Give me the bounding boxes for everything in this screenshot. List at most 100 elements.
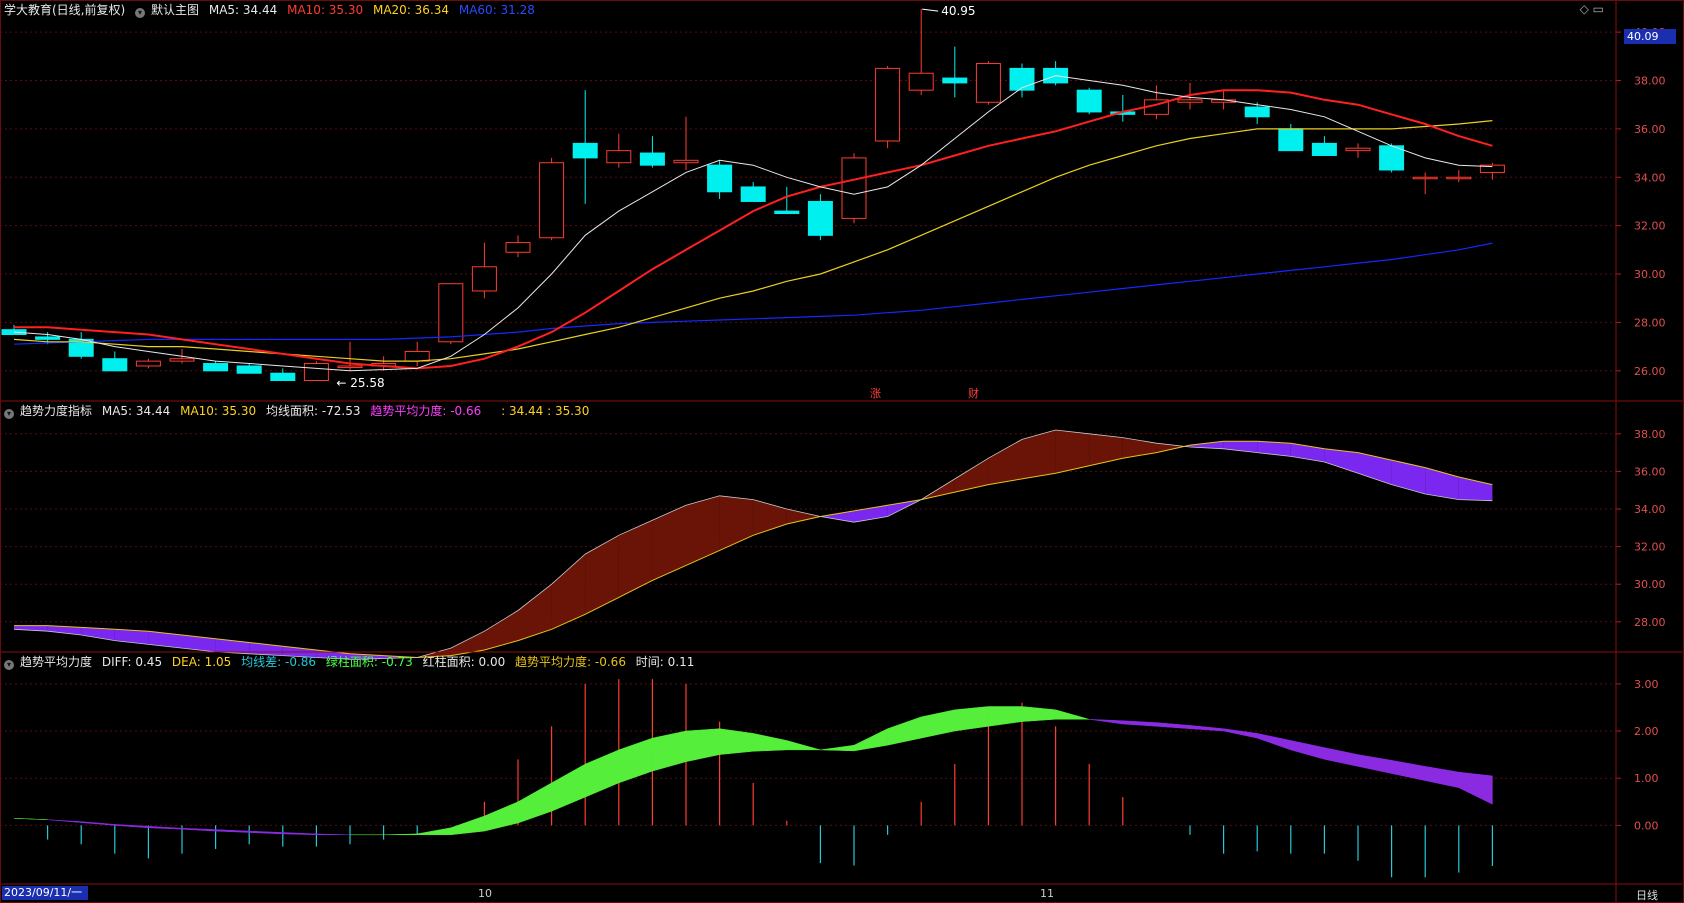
y-tick-label: 32.00 bbox=[1634, 541, 1666, 554]
panel3-header: ▾ 趋势平均力度 DIFF: 0.45 DEA: 1.05 均线差: -0.86 … bbox=[4, 654, 700, 670]
force-area-up bbox=[585, 535, 619, 615]
purple-band bbox=[1391, 760, 1426, 781]
panel2-title[interactable]: 趋势力度指标 bbox=[20, 404, 92, 418]
purple-band bbox=[1324, 747, 1359, 767]
candle-body bbox=[35, 336, 61, 340]
candle-body bbox=[908, 72, 934, 91]
grid-lines: 40.0038.0036.0034.0032.0030.0028.0026.00… bbox=[0, 26, 1666, 832]
green-band bbox=[920, 709, 956, 739]
y-tick-label: 32.00 bbox=[1634, 220, 1666, 233]
purple-band bbox=[282, 832, 317, 836]
candle-body bbox=[572, 142, 598, 159]
y-tick-label: 26.00 bbox=[1634, 365, 1666, 378]
green-band bbox=[853, 728, 888, 752]
green-band bbox=[954, 706, 989, 732]
green-band bbox=[752, 733, 788, 752]
y-tick-label: 36.00 bbox=[1634, 123, 1666, 136]
candle-body bbox=[606, 150, 632, 164]
ma20-value: MA20: 36.34 bbox=[372, 3, 450, 17]
force-area-up bbox=[518, 584, 552, 641]
trend-force-panel bbox=[13, 429, 1493, 660]
event-marker-rise[interactable]: 涨 bbox=[870, 385, 881, 401]
candle-body bbox=[135, 360, 161, 367]
panel2-ma10: MA10: 35.30 bbox=[180, 404, 257, 418]
ma10-value: MA10: 35.30 bbox=[287, 3, 364, 17]
y-tick-label: 2.00 bbox=[1634, 725, 1659, 738]
indicator-menu-icon[interactable]: ▾ bbox=[4, 409, 14, 419]
force-area-down bbox=[820, 510, 854, 523]
panel3-title[interactable]: 趋势平均力度 bbox=[20, 655, 92, 669]
period-label[interactable]: 日线 bbox=[1636, 887, 1658, 903]
candle-body bbox=[203, 363, 229, 372]
candle-body bbox=[438, 283, 464, 343]
y-tick-label: 38.00 bbox=[1634, 74, 1666, 87]
green-band bbox=[685, 728, 720, 763]
ma5-value: MA5: 34.44 bbox=[208, 3, 278, 17]
ma5-force-line bbox=[13, 429, 1493, 660]
candle-body bbox=[539, 162, 565, 239]
purple-band bbox=[1089, 719, 1124, 725]
green-band bbox=[484, 801, 519, 832]
candle-body bbox=[1076, 89, 1102, 113]
y-tick-label: 34.00 bbox=[1634, 503, 1666, 516]
y-tick-label: 38.00 bbox=[1634, 428, 1666, 441]
candle-body bbox=[1345, 147, 1371, 152]
purple-band bbox=[1223, 728, 1258, 739]
force-area-up bbox=[786, 509, 821, 524]
panel3-line-gap: 均线差: -0.86 bbox=[241, 655, 317, 669]
green-band bbox=[584, 749, 620, 798]
candle-body bbox=[740, 186, 766, 202]
candle-body bbox=[303, 363, 329, 381]
candle-body bbox=[639, 152, 665, 166]
y-tick-label: 34.00 bbox=[1634, 171, 1666, 184]
settings-circle-icon[interactable]: ▾ bbox=[135, 8, 146, 18]
green-band bbox=[416, 827, 452, 836]
purple-band bbox=[1458, 771, 1493, 805]
purple-band bbox=[316, 833, 351, 836]
candle-body bbox=[102, 358, 128, 372]
panel3-red-area: 红柱面积: 0.00 bbox=[422, 655, 506, 669]
candle-body bbox=[707, 164, 733, 193]
panel2-ma5: MA5: 34.44 bbox=[101, 404, 171, 418]
panel3-avg-force: 趋势平均力度: -0.66 bbox=[515, 655, 626, 669]
main-header: 学大教育(日线,前复权) ▾ 默认主图 MA5: 34.44 MA10: 35.3… bbox=[4, 2, 541, 18]
candle-body bbox=[942, 77, 968, 84]
force-area-up bbox=[686, 495, 720, 566]
x-axis-label-nov: 11 bbox=[1040, 887, 1054, 900]
force-area-up bbox=[1089, 433, 1123, 466]
event-marker-finance[interactable]: 财 bbox=[968, 385, 979, 401]
candle-body bbox=[673, 159, 699, 164]
green-band bbox=[1021, 706, 1056, 722]
candle-body bbox=[1278, 128, 1304, 152]
candle-body bbox=[1379, 145, 1405, 171]
force-area-down bbox=[148, 631, 182, 649]
force-area-up bbox=[618, 520, 653, 598]
stock-chart[interactable]: 40.0038.0036.0034.0032.0030.0028.0026.00… bbox=[0, 0, 1684, 903]
force-area-up bbox=[484, 610, 518, 650]
candle-body bbox=[1009, 67, 1035, 91]
stock-title[interactable]: 学大教育(日线,前复权) bbox=[4, 3, 125, 17]
high-price-label: 40.95 bbox=[941, 4, 975, 18]
green-band bbox=[1055, 709, 1090, 720]
window-controls[interactable]: ◇ ▭ bbox=[1580, 2, 1604, 16]
ma60-line bbox=[13, 242, 1493, 345]
purple-band bbox=[80, 821, 116, 826]
green-band bbox=[719, 728, 754, 755]
candle-body bbox=[1446, 176, 1472, 180]
purple-band bbox=[1357, 754, 1392, 774]
candle-body bbox=[1, 329, 27, 336]
cursor-date: 2023/09/11/一 bbox=[2, 886, 88, 900]
main-chart-label[interactable]: 默认主图 bbox=[151, 3, 199, 17]
candle-body bbox=[875, 67, 901, 142]
purple-band bbox=[181, 827, 216, 832]
force-area-down bbox=[1358, 452, 1392, 485]
indicator-menu-icon[interactable]: ▾ bbox=[4, 660, 14, 670]
purple-band bbox=[1122, 720, 1157, 727]
x-axis-label-oct: 10 bbox=[478, 887, 492, 900]
force-area-up bbox=[1022, 430, 1056, 479]
panel3-green-area: 绿柱面积: -0.73 bbox=[325, 655, 413, 669]
candle-body bbox=[505, 242, 531, 253]
candle-body bbox=[1177, 99, 1203, 103]
high-pointer bbox=[922, 8, 939, 12]
candle-body bbox=[471, 266, 497, 292]
